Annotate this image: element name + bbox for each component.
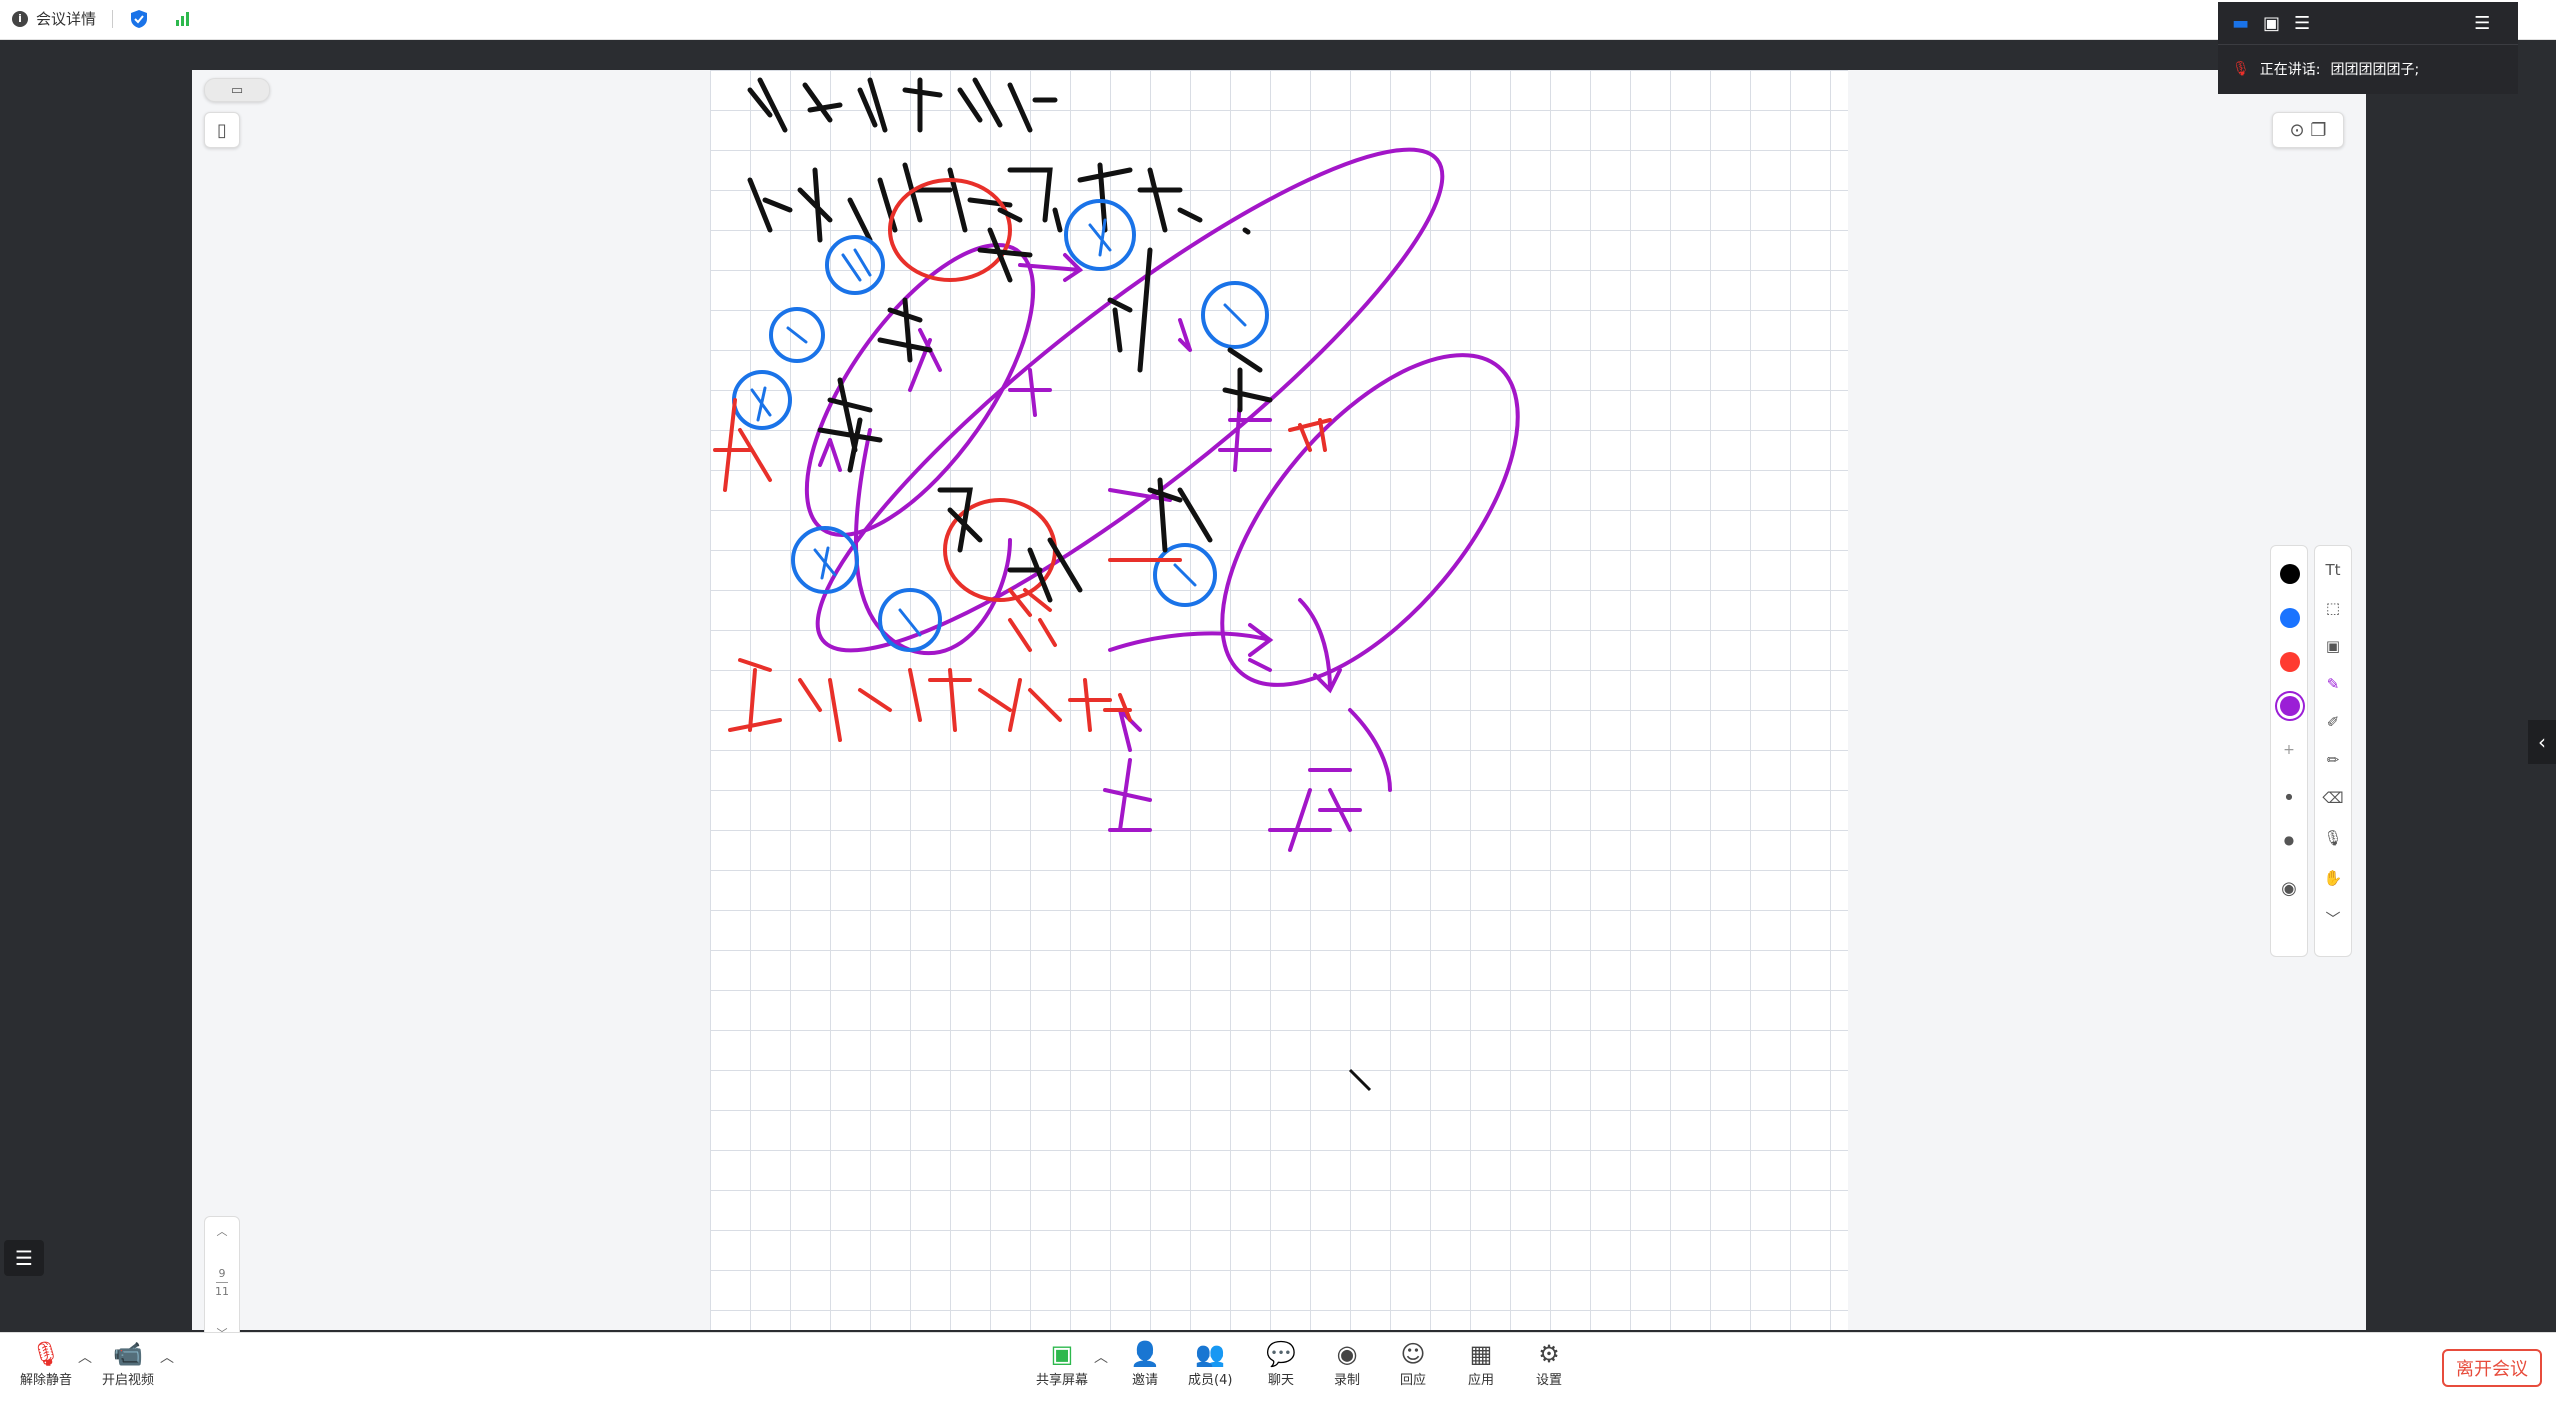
settings-label: 设置: [1536, 1373, 1563, 1388]
color-red[interactable]: [2280, 652, 2300, 672]
speaker-row: 🎙 正在讲话: 团团团团团子;: [2218, 45, 2518, 93]
camera-off-icon: 📹: [113, 1340, 143, 1368]
record-icon: ◉: [1336, 1340, 1358, 1368]
unmute-label: 解除静音: [20, 1373, 73, 1388]
whiteboard[interactable]: ▭ ▯ ⊙ ❐ ︿ 9 11 + ● ● ◉ Tt ⬚ ▣ ✎ ✐ ✏ ⌫ 🎙 …: [192, 70, 2366, 1348]
chat-button[interactable]: 💬 聊天: [1266, 1339, 1296, 1388]
bottom-toolbar: 🎙 解除静音 ︿ 📹 开启视频 ︿ ▣ 共享屏幕 ︿ 👤 邀请 👥 成员(4) …: [0, 1332, 2556, 1402]
page-counter: 9 11: [215, 1267, 229, 1298]
audio-options-caret[interactable]: ︿: [78, 1347, 92, 1367]
shape-tool-icon[interactable]: ⬚: [2321, 596, 2345, 620]
pen-tool-icon[interactable]: ✎: [2321, 672, 2345, 696]
minimize-icon[interactable]: ▬: [2232, 13, 2249, 34]
mic-muted-icon: 🎙: [2232, 61, 2250, 77]
video-options-caret[interactable]: ︿: [160, 1347, 174, 1367]
list-icon[interactable]: ☰: [2474, 13, 2490, 34]
size-small-icon[interactable]: ●: [2277, 784, 2301, 808]
size-large-icon[interactable]: ◉: [2277, 876, 2301, 900]
page-up-button[interactable]: ︿: [217, 1223, 228, 1239]
signal-icon[interactable]: [173, 9, 193, 29]
mic-tool-icon[interactable]: 🎙: [2321, 826, 2345, 850]
leave-meeting-button[interactable]: 离开会议: [2442, 1349, 2542, 1387]
color-black[interactable]: [2280, 564, 2300, 584]
speaker-controls: ▬ ▣ ☰ ☰: [2218, 2, 2518, 45]
window-icon[interactable]: ▣: [2263, 13, 2280, 34]
chat-label: 聊天: [1267, 1373, 1294, 1388]
record-label: 录制: [1334, 1373, 1361, 1388]
color-palette: + ● ● ◉: [2270, 545, 2308, 957]
mic-muted-icon: 🎙: [30, 1340, 62, 1368]
members-button[interactable]: 👥 成员(4): [1188, 1339, 1232, 1388]
total-pages: 11: [215, 1284, 229, 1298]
members-label: 成员(4): [1188, 1373, 1233, 1388]
gear-icon: ⚙: [1538, 1340, 1560, 1368]
share-screen-button[interactable]: ▣ 共享屏幕: [1036, 1339, 1088, 1388]
apps-label: 应用: [1468, 1373, 1495, 1388]
speaker-panel: ▬ ▣ ☰ ☰ 🎙 正在讲话: 团团团团团子;: [2218, 2, 2518, 94]
board-view-button[interactable]: ▭: [204, 78, 270, 102]
hand-tool-icon[interactable]: ✋: [2321, 866, 2345, 890]
sidebar-toggle-button[interactable]: ▯: [204, 112, 240, 148]
info-icon[interactable]: i: [12, 10, 28, 27]
color-purple-selected[interactable]: [2280, 696, 2300, 716]
speaker-name: 团团团团团子;: [2330, 62, 2420, 78]
shield-icon[interactable]: [129, 9, 149, 29]
invite-button[interactable]: 👤 邀请: [1130, 1339, 1160, 1388]
record-button[interactable]: ◉ 录制: [1334, 1339, 1360, 1388]
start-video-button[interactable]: 📹 开启视频: [102, 1339, 154, 1388]
meeting-info-link[interactable]: 会议详情: [36, 8, 96, 29]
text-tool-icon[interactable]: Tt: [2321, 558, 2345, 582]
page-divider: [216, 1281, 228, 1283]
invite-label: 邀请: [1131, 1373, 1158, 1388]
drawing-tools: Tt ⬚ ▣ ✎ ✐ ✏ ⌫ 🎙 ✋ ﹀: [2314, 545, 2352, 957]
start-video-label: 开启视频: [102, 1373, 155, 1388]
top-bar: i 会议详情: [0, 0, 2556, 40]
more-pages-button[interactable]: ⊙ ❐: [2272, 112, 2344, 148]
handwriting-canvas[interactable]: [710, 70, 1848, 1330]
grid-icon[interactable]: ☰: [2294, 13, 2310, 34]
add-color-icon[interactable]: +: [2277, 738, 2301, 762]
current-page: 9: [218, 1266, 226, 1280]
grid-paper[interactable]: [710, 70, 1848, 1330]
settings-button[interactable]: ⚙ 设置: [1536, 1339, 1562, 1388]
share-options-caret[interactable]: ︿: [1094, 1347, 1108, 1367]
chat-icon: 💬: [1266, 1340, 1296, 1368]
collapse-panel-icon[interactable]: ‹: [2528, 720, 2556, 764]
apps-icon: ▦: [1469, 1340, 1493, 1368]
unmute-button[interactable]: 🎙 解除静音: [20, 1339, 72, 1388]
apps-button[interactable]: ▦ 应用: [1468, 1339, 1494, 1388]
divider: [112, 9, 114, 28]
reaction-icon: ☺: [1400, 1340, 1426, 1368]
reaction-button[interactable]: ☺ 回应: [1400, 1339, 1426, 1388]
image-tool-icon[interactable]: ▣: [2321, 634, 2345, 658]
eraser-tool-icon[interactable]: ⌫: [2321, 786, 2345, 810]
color-blue[interactable]: [2280, 608, 2300, 628]
meeting-stage: ▭ ▯ ⊙ ❐ ︿ 9 11 + ● ● ◉ Tt ⬚ ▣ ✎ ✐ ✏ ⌫ 🎙 …: [0, 40, 2556, 1348]
chevron-down-icon[interactable]: ﹀: [2321, 906, 2345, 930]
page-navigator: ︿ 9 11 ﹀: [204, 1216, 240, 1348]
reaction-label: 回应: [1400, 1373, 1427, 1388]
size-medium-icon[interactable]: ●: [2277, 828, 2301, 852]
list-menu-icon[interactable]: ☰: [4, 1240, 44, 1276]
speaking-label: 正在讲话:: [2259, 62, 2321, 78]
share-screen-icon: ▣: [1050, 1340, 1074, 1368]
highlighter-tool-icon[interactable]: ✏: [2321, 748, 2345, 772]
share-screen-label: 共享屏幕: [1036, 1373, 1089, 1388]
marker-tool-icon[interactable]: ✐: [2321, 710, 2345, 734]
invite-icon: 👤: [1130, 1340, 1160, 1368]
members-icon: 👥: [1195, 1340, 1226, 1368]
